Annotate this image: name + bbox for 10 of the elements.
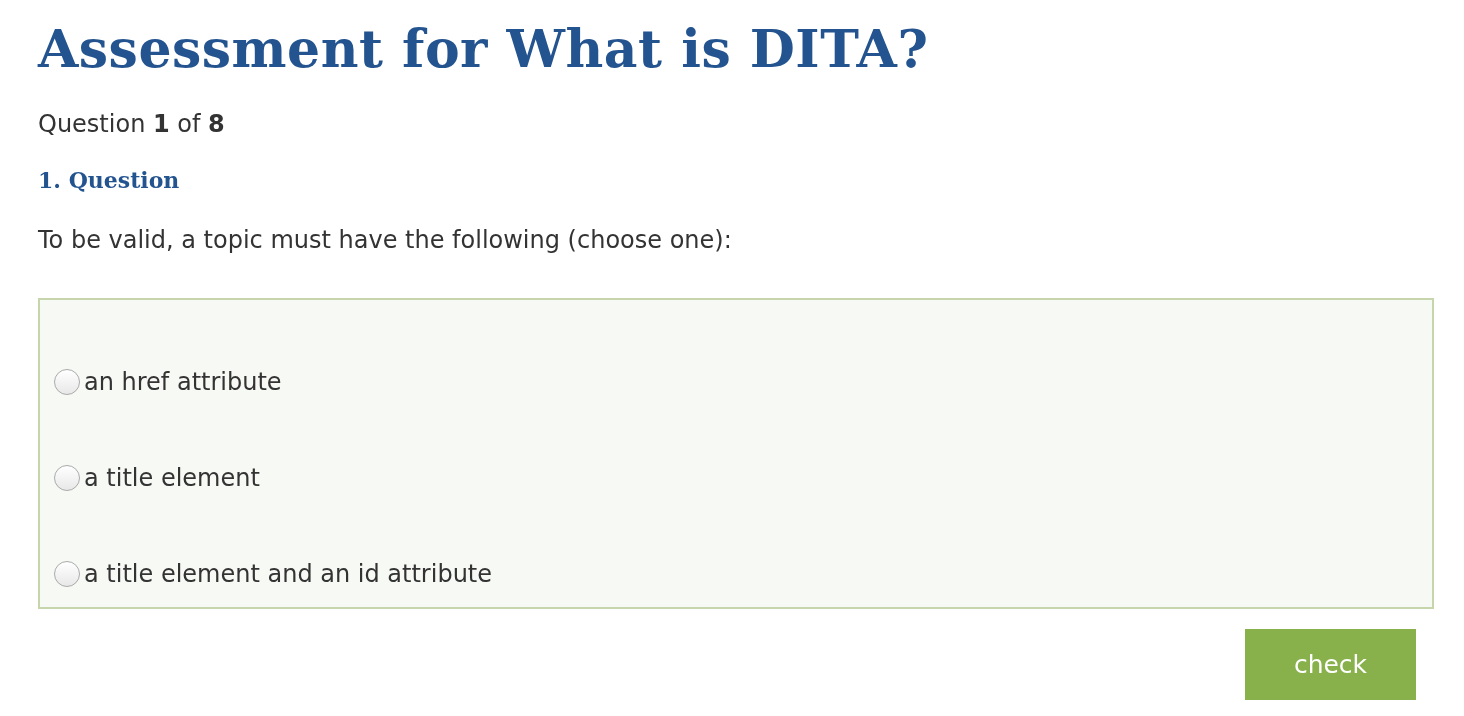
answer-option[interactable]: a title element bbox=[84, 460, 260, 496]
question-text: To be valid, a topic must have the following (choose one): bbox=[38, 225, 733, 256]
question-heading: 1. Question bbox=[38, 166, 181, 195]
radio-button[interactable] bbox=[54, 561, 80, 587]
page-title: Assessment for What is DITA? bbox=[38, 17, 930, 81]
answer-option[interactable]: an href attribute bbox=[84, 364, 282, 400]
radio-button[interactable] bbox=[54, 369, 80, 395]
question-counter: Question 1 of 8 bbox=[38, 109, 226, 140]
radio-button[interactable] bbox=[54, 465, 80, 491]
answer-option[interactable]: a title element and an id attribute bbox=[84, 556, 493, 592]
